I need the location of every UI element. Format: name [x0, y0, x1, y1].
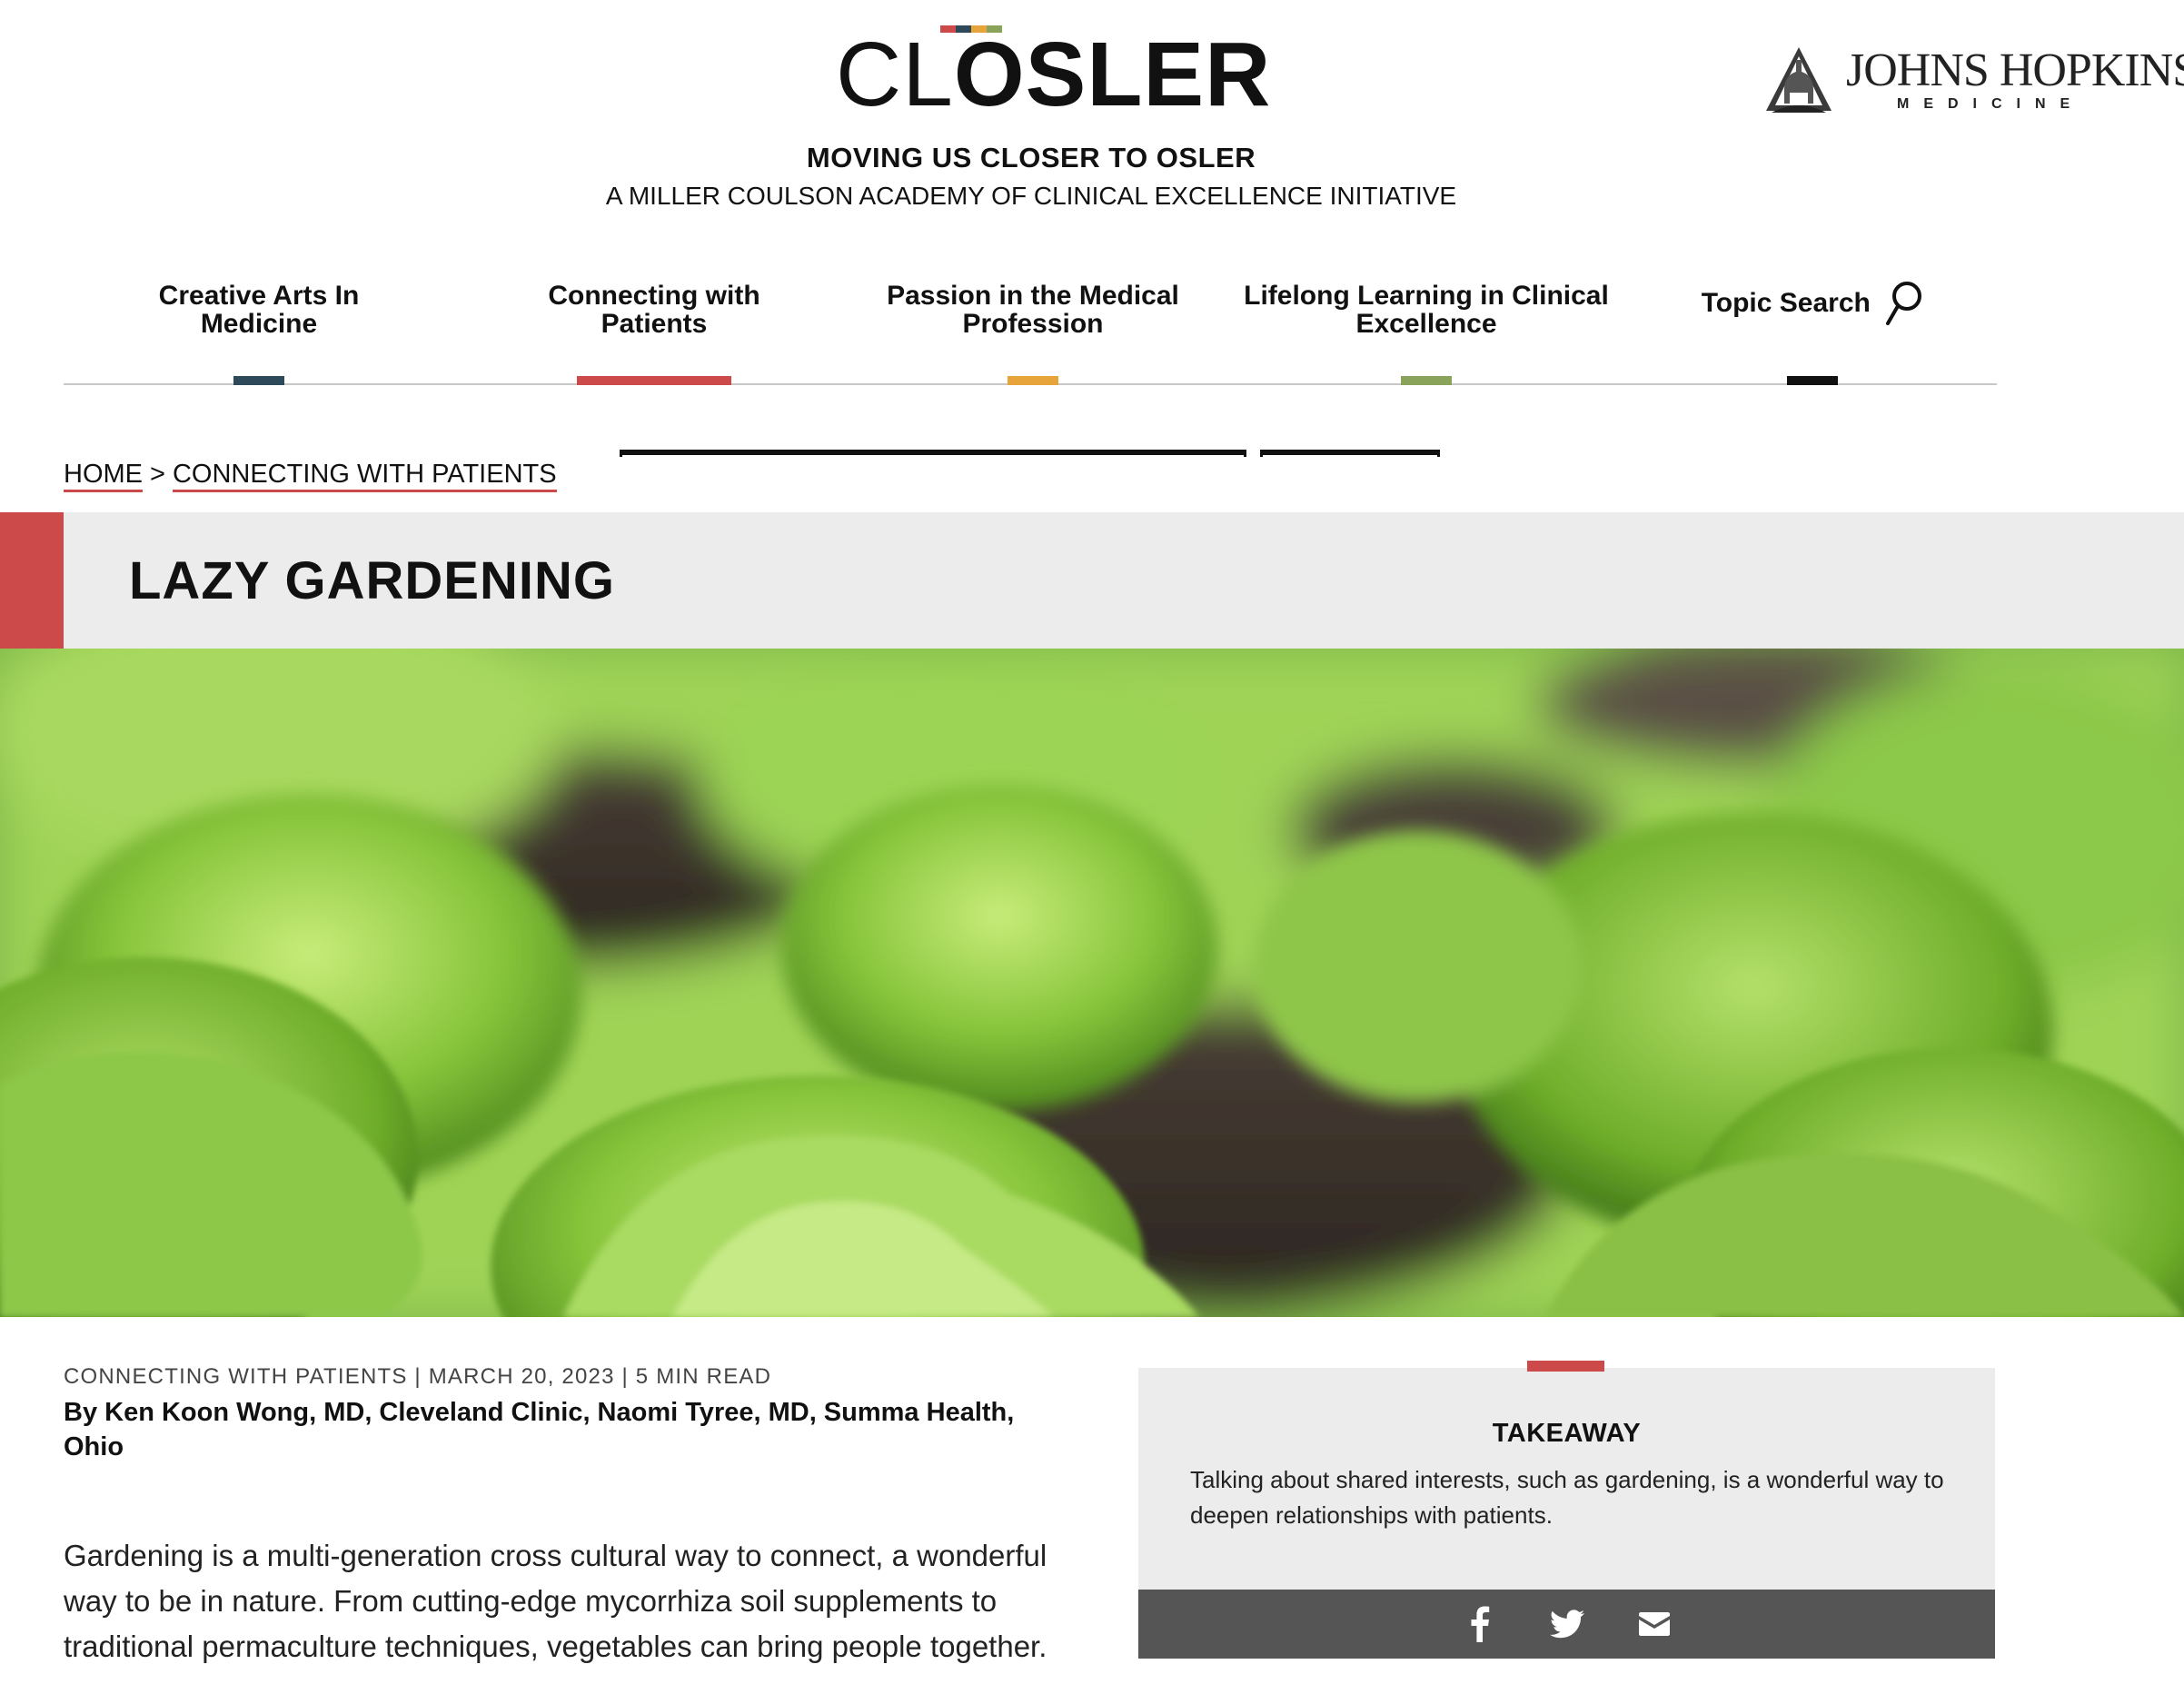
closler-logo[interactable]: CLOSLER [836, 22, 1270, 120]
share-email-button[interactable] [1633, 1602, 1676, 1646]
breadcrumb-home-link[interactable]: HOME [64, 460, 143, 492]
nav-item-label: Topic Search [1701, 288, 1871, 318]
nav-item-connecting-with-patients[interactable]: Connecting with Patients [509, 272, 799, 385]
article-lede: Gardening is a multi-generation cross cu… [64, 1539, 1047, 1663]
site-tagline: MOVING US CLOSER TO OSLER [806, 142, 1256, 173]
lettuce-garden-photo [0, 649, 2184, 1317]
johns-hopkins-logo[interactable]: JOHNS HOPKINS MEDICINE [1762, 44, 2184, 125]
title-accent-bar [0, 512, 64, 649]
share-twitter-button[interactable] [1545, 1602, 1589, 1646]
takeaway-title: TAKEAWAY [1492, 1419, 1642, 1448]
nav-item-label: Passion in the Medical Profession [887, 281, 1179, 339]
nav-item-label: Creative Arts In Medicine [158, 281, 360, 339]
logo-text-light: CL [836, 24, 954, 125]
article-meta: CONNECTING WITH PATIENTS | MARCH 20, 202… [64, 1364, 772, 1389]
twitter-icon [1549, 1610, 1584, 1639]
nav-item-color-bar [1401, 376, 1452, 385]
nav-item-color-bar [1787, 376, 1838, 385]
logo-text-bold: OSLER [953, 24, 1272, 125]
nav-item-lifelong-learning[interactable]: Lifelong Learning in Clinical Excellence [1230, 272, 1623, 385]
site-subtagline: A MILLER COULSON ACADEMY OF CLINICAL EXC… [605, 182, 1457, 210]
sub-menu-outline [620, 450, 1246, 457]
article-byline: By Ken Koon Wong, MD, Cleveland Clinic, … [64, 1398, 1015, 1461]
partner-subname: MEDICINE [1897, 96, 2085, 112]
main-nav: Creative Arts In Medicine Connecting wit… [64, 272, 1997, 385]
takeaway-text: Talking about shared interests, such as … [1190, 1466, 1944, 1529]
logo-wordmark: CLOSLER [836, 29, 1271, 120]
facebook-icon [1471, 1606, 1489, 1642]
sub-menu-outline [1260, 450, 1440, 457]
nav-item-label: Connecting with Patients [548, 281, 760, 339]
nav-item-color-bar [577, 376, 731, 385]
nav-item-label: Lifelong Learning in Clinical Excellence [1244, 281, 1609, 339]
partner-name: JOHNS HOPKINS [1846, 45, 2184, 96]
email-icon [1638, 1612, 1670, 1636]
johns-hopkins-shield-icon [1766, 47, 1832, 113]
hero-image-lettuce [0, 649, 2184, 1317]
search-icon [1886, 281, 1922, 325]
nav-item-topic-search[interactable]: Topic Search [1690, 272, 1935, 385]
nav-item-color-bar [233, 376, 284, 385]
breadcrumb-separator: > [150, 460, 165, 489]
breadcrumb: HOME > CONNECTING WITH PATIENTS [64, 460, 557, 492]
nav-item-passion-medical-profession[interactable]: Passion in the Medical Profession [872, 272, 1194, 385]
share-bar [1138, 1590, 1995, 1659]
takeaway-accent-tab [1527, 1361, 1604, 1372]
breadcrumb-category-link[interactable]: CONNECTING WITH PATIENTS [172, 460, 557, 492]
share-facebook-button[interactable] [1458, 1602, 1502, 1646]
page-title: LAZY GARDENING [129, 551, 615, 610]
nav-item-color-bar [1008, 376, 1058, 385]
nav-item-creative-arts[interactable]: Creative Arts In Medicine [109, 272, 409, 385]
